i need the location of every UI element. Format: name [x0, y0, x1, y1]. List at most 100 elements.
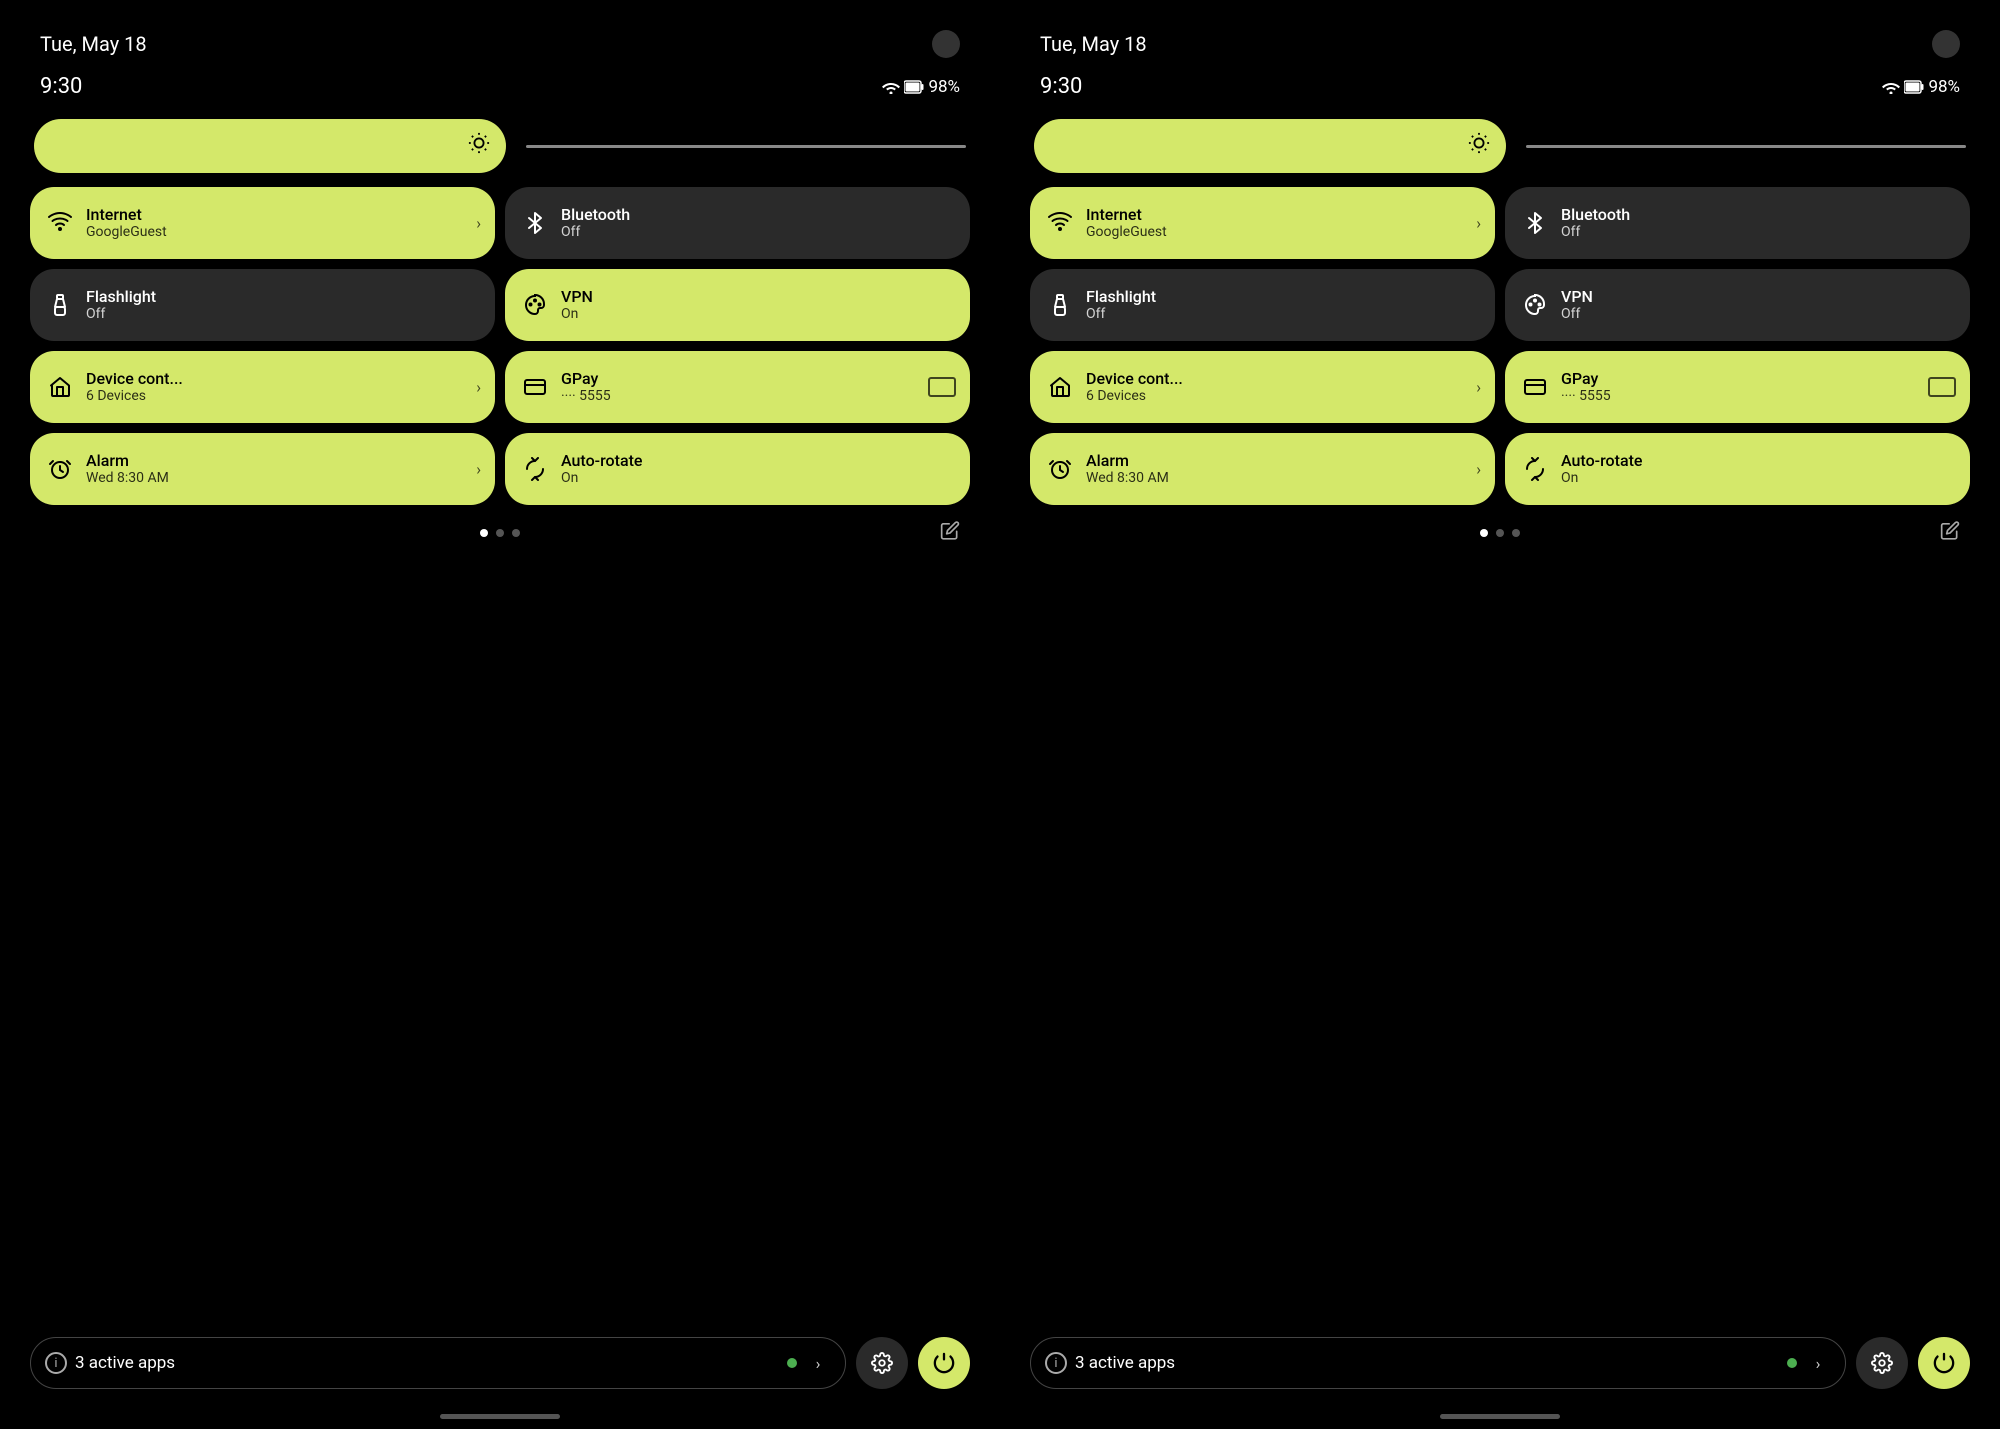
status-time-row: 9:30 98% — [30, 74, 970, 99]
tile-subtitle-alarm: Wed 8:30 AM — [1086, 470, 1169, 487]
gpay-card-icon — [1928, 377, 1956, 397]
vpn-icon — [521, 291, 549, 319]
pagination-dot-2[interactable] — [1512, 529, 1520, 537]
active-apps-pill[interactable]: i 3 active apps › — [30, 1337, 846, 1389]
pagination-dots — [30, 529, 970, 537]
brightness-icon — [1468, 132, 1490, 160]
home-indicator — [1440, 1414, 1560, 1419]
status-time: 9:30 — [1040, 74, 1082, 99]
bluetooth-icon — [521, 209, 549, 237]
tile-device-control[interactable]: Device cont... 6 Devices › — [1030, 351, 1495, 423]
tile-subtitle-gpay: ···· 5555 — [1561, 388, 1611, 405]
tile-text-vpn: VPN On — [561, 287, 593, 323]
tile-alarm[interactable]: Alarm Wed 8:30 AM › — [1030, 433, 1495, 505]
tile-subtitle-bluetooth: Off — [1561, 224, 1630, 241]
tile-gpay[interactable]: GPay ···· 5555 — [505, 351, 970, 423]
tile-title-device-control: Device cont... — [86, 369, 183, 388]
vpn-icon — [1521, 291, 1549, 319]
brightness-row[interactable] — [1030, 119, 1970, 173]
brightness-row[interactable] — [30, 119, 970, 173]
tile-subtitle-auto-rotate: On — [561, 470, 642, 487]
tile-vpn[interactable]: VPN On — [505, 269, 970, 341]
status-bar-top: Tue, May 18 — [30, 30, 970, 58]
tile-flashlight[interactable]: Flashlight Off — [30, 269, 495, 341]
tile-internet[interactable]: Internet GoogleGuest › — [30, 187, 495, 259]
bottom-bar: i 3 active apps › — [1030, 1337, 1970, 1389]
rotate-icon — [1521, 455, 1549, 483]
tile-text-device-control: Device cont... 6 Devices — [1086, 369, 1183, 405]
wifi-icon — [1046, 209, 1074, 237]
pagination-dot-1[interactable] — [496, 529, 504, 537]
tile-bluetooth[interactable]: Bluetooth Off — [1505, 187, 1970, 259]
tile-auto-rotate[interactable]: Auto-rotate On — [1505, 433, 1970, 505]
camera-pill — [1932, 30, 1960, 58]
battery-percent: 98% — [1928, 77, 1960, 97]
tile-arrow-icon: › — [1476, 460, 1481, 479]
tile-arrow-icon: › — [476, 378, 481, 397]
tile-title-alarm: Alarm — [86, 451, 169, 470]
tile-title-vpn: VPN — [561, 287, 593, 306]
pagination-dot-1[interactable] — [1496, 529, 1504, 537]
tile-text-flashlight: Flashlight Off — [86, 287, 156, 323]
panels-container: Tue, May 18 9:30 98% — [0, 0, 2000, 1429]
tile-title-device-control: Device cont... — [1086, 369, 1183, 388]
tile-vpn[interactable]: VPN Off — [1505, 269, 1970, 341]
tile-title-auto-rotate: Auto-rotate — [1561, 451, 1642, 470]
status-icons: 98% — [1882, 77, 1960, 97]
tile-title-flashlight: Flashlight — [86, 287, 156, 306]
tile-auto-rotate[interactable]: Auto-rotate On — [505, 433, 970, 505]
pagination-dot-0[interactable] — [480, 529, 488, 537]
wifi-icon — [882, 80, 900, 94]
active-apps-arrow[interactable]: › — [1805, 1350, 1831, 1376]
wifi-icon — [46, 209, 74, 237]
tile-title-alarm: Alarm — [1086, 451, 1169, 470]
camera-pill — [932, 30, 960, 58]
tile-bluetooth[interactable]: Bluetooth Off — [505, 187, 970, 259]
tile-arrow-icon: › — [1476, 378, 1481, 397]
active-apps-arrow[interactable]: › — [805, 1350, 831, 1376]
tile-title-bluetooth: Bluetooth — [1561, 205, 1630, 224]
power-button[interactable] — [1918, 1337, 1970, 1389]
pagination-dot-0[interactable] — [1480, 529, 1488, 537]
settings-button[interactable] — [856, 1337, 908, 1389]
status-time: 9:30 — [40, 74, 82, 99]
tile-device-control[interactable]: Device cont... 6 Devices › — [30, 351, 495, 423]
tile-text-bluetooth: Bluetooth Off — [1561, 205, 1630, 241]
brightness-track[interactable] — [1034, 119, 1506, 173]
pagination-dot-2[interactable] — [512, 529, 520, 537]
tile-gpay[interactable]: GPay ···· 5555 — [1505, 351, 1970, 423]
tile-text-internet: Internet GoogleGuest — [86, 205, 167, 241]
tile-text-flashlight: Flashlight Off — [1086, 287, 1156, 323]
power-button[interactable] — [918, 1337, 970, 1389]
green-dot — [1787, 1358, 1797, 1368]
tile-text-bluetooth: Bluetooth Off — [561, 205, 630, 241]
info-icon: i — [45, 1352, 67, 1374]
alarm-icon — [46, 455, 74, 483]
status-time-row: 9:30 98% — [1030, 74, 1970, 99]
status-icons: 98% — [882, 77, 960, 97]
active-apps-pill[interactable]: i 3 active apps › — [1030, 1337, 1846, 1389]
brightness-track[interactable] — [34, 119, 506, 173]
tile-flashlight[interactable]: Flashlight Off — [1030, 269, 1495, 341]
brightness-slider[interactable] — [1526, 145, 1966, 148]
gpay-card-icon — [928, 377, 956, 397]
tile-arrow-icon: › — [476, 460, 481, 479]
tile-text-alarm: Alarm Wed 8:30 AM — [86, 451, 169, 487]
tile-subtitle-alarm: Wed 8:30 AM — [86, 470, 169, 487]
tile-title-vpn: VPN — [1561, 287, 1593, 306]
active-apps-text: 3 active apps — [75, 1353, 779, 1373]
status-bar-top: Tue, May 18 — [1030, 30, 1970, 58]
brightness-slider[interactable] — [526, 145, 966, 148]
tile-text-gpay: GPay ···· 5555 — [1561, 369, 1611, 405]
tile-title-internet: Internet — [1086, 205, 1167, 224]
tile-alarm[interactable]: Alarm Wed 8:30 AM › — [30, 433, 495, 505]
edit-icon[interactable] — [940, 521, 960, 546]
flashlight-icon — [46, 291, 74, 319]
settings-button[interactable] — [1856, 1337, 1908, 1389]
wifi-icon — [1882, 80, 1900, 94]
tile-internet[interactable]: Internet GoogleGuest › — [1030, 187, 1495, 259]
tile-text-internet: Internet GoogleGuest — [1086, 205, 1167, 241]
tile-title-auto-rotate: Auto-rotate — [561, 451, 642, 470]
edit-icon[interactable] — [1940, 521, 1960, 546]
tile-subtitle-flashlight: Off — [86, 306, 156, 323]
